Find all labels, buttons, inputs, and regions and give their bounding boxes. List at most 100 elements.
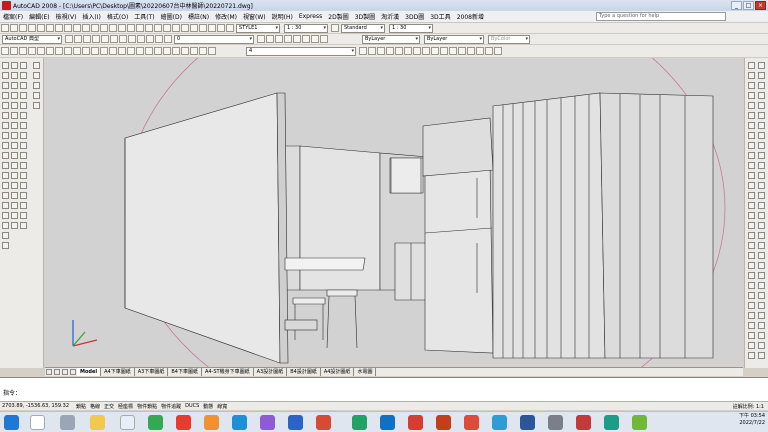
- layer-state-icon[interactable]: [82, 35, 91, 43]
- osnap-toggle[interactable]: 物件鎖點: [135, 403, 159, 410]
- layer-off-icon[interactable]: [283, 35, 292, 43]
- t13-icon[interactable]: [108, 47, 117, 55]
- rt-10-icon[interactable]: [758, 102, 765, 109]
- zoom-icon[interactable]: [117, 24, 126, 32]
- rt-13-icon[interactable]: [748, 122, 755, 129]
- menu-tools[interactable]: 工具(T): [131, 12, 157, 21]
- layer-tool-h-icon[interactable]: [163, 35, 172, 43]
- calculator-icon[interactable]: [189, 24, 198, 32]
- osnap-parallel-icon[interactable]: [20, 152, 27, 159]
- rt-7-icon[interactable]: [748, 92, 755, 99]
- rt-54-icon[interactable]: [758, 322, 765, 329]
- rt-6-icon[interactable]: [758, 82, 765, 89]
- rotate-icon[interactable]: [11, 122, 18, 129]
- t3-icon[interactable]: [18, 47, 27, 55]
- tool-a-icon[interactable]: [207, 24, 216, 32]
- t1-icon[interactable]: [0, 47, 9, 55]
- preview-icon[interactable]: [36, 24, 45, 32]
- dim-style-combo[interactable]: Standard: [341, 23, 385, 33]
- layer-previous-2-icon[interactable]: [265, 35, 274, 43]
- rt-24-icon[interactable]: [758, 172, 765, 179]
- zoom-realtime-icon[interactable]: [358, 47, 367, 55]
- rt-31-icon[interactable]: [748, 212, 755, 219]
- array-icon[interactable]: [11, 102, 18, 109]
- menu-3dd[interactable]: 3DD圖: [402, 12, 427, 21]
- osnap-extension-icon[interactable]: [20, 102, 27, 109]
- erase-icon[interactable]: [11, 62, 18, 69]
- t15-icon[interactable]: [126, 47, 135, 55]
- zoom-in-icon[interactable]: [412, 47, 421, 55]
- osnap-quadrant-icon[interactable]: [20, 122, 27, 129]
- rt-11-icon[interactable]: [748, 112, 755, 119]
- t19-icon[interactable]: [162, 47, 171, 55]
- rt-17-icon[interactable]: [748, 142, 755, 149]
- construction-line-icon[interactable]: [2, 72, 9, 79]
- rt-26-icon[interactable]: [758, 182, 765, 189]
- taskbar-app-4-icon[interactable]: [260, 415, 275, 430]
- rt-21-icon[interactable]: [748, 162, 755, 169]
- rt-2-icon[interactable]: [758, 62, 765, 69]
- rt-28-icon[interactable]: [758, 192, 765, 199]
- rt-42-icon[interactable]: [758, 262, 765, 269]
- undo-icon[interactable]: [90, 24, 99, 32]
- arc-icon[interactable]: [2, 112, 9, 119]
- taskbar-app-7-icon[interactable]: [408, 415, 423, 430]
- extend-icon[interactable]: [11, 162, 18, 169]
- osnap-temp-icon[interactable]: [20, 222, 27, 229]
- layer-combo[interactable]: 0: [174, 34, 254, 44]
- layer-tool-b-icon[interactable]: [109, 35, 118, 43]
- menu-window[interactable]: 視窗(W): [240, 12, 269, 21]
- mirror-icon[interactable]: [11, 82, 18, 89]
- move-icon[interactable]: [11, 112, 18, 119]
- menu-2008-new[interactable]: 2008新增: [454, 12, 487, 21]
- system-tray[interactable]: 下午 03:54 2022/7/22: [739, 413, 765, 427]
- tab-layout-1[interactable]: A4下車圖紙: [101, 368, 135, 376]
- windows-start-icon[interactable]: [4, 415, 19, 430]
- save-icon[interactable]: [18, 24, 27, 32]
- layer-tool-d-icon[interactable]: [127, 35, 136, 43]
- rt-20-icon[interactable]: [758, 152, 765, 159]
- tab-last-icon[interactable]: [70, 369, 76, 375]
- zoom-previous-icon[interactable]: [135, 24, 144, 32]
- dim-style-icon[interactable]: [330, 24, 339, 32]
- rt-36-icon[interactable]: [758, 232, 765, 239]
- line-icon[interactable]: [2, 62, 9, 69]
- zoom-window-icon[interactable]: [126, 24, 135, 32]
- lineweight-combo[interactable]: ByColor: [488, 34, 530, 44]
- fillet-icon[interactable]: [11, 212, 18, 219]
- rt-18-icon[interactable]: [758, 142, 765, 149]
- rt-47-icon[interactable]: [748, 292, 755, 299]
- outlook-icon[interactable]: [380, 415, 395, 430]
- taskbar-app-6-icon[interactable]: [316, 415, 331, 430]
- rt-57-icon[interactable]: [748, 342, 755, 349]
- text-style-combo[interactable]: STYLE1: [236, 23, 280, 33]
- make-block-icon[interactable]: [2, 182, 9, 189]
- rt-23-icon[interactable]: [748, 172, 755, 179]
- polar-toggle[interactable]: 極座標: [116, 403, 135, 410]
- otrack-toggle[interactable]: 物件追蹤: [159, 403, 183, 410]
- osnap-settings-icon[interactable]: [20, 202, 27, 209]
- menu-view[interactable]: 檢視(V): [53, 12, 80, 21]
- copy-object-icon[interactable]: [11, 72, 18, 79]
- chrome-icon[interactable]: [148, 415, 163, 430]
- rt-12-icon[interactable]: [758, 112, 765, 119]
- sheet-set-icon[interactable]: [171, 24, 180, 32]
- view-front-icon[interactable]: [484, 47, 493, 55]
- layer-manager-icon[interactable]: [73, 35, 82, 43]
- layer-walk-icon[interactable]: [319, 35, 328, 43]
- tab-prev-icon[interactable]: [54, 369, 60, 375]
- t17-icon[interactable]: [144, 47, 153, 55]
- dyn-toggle[interactable]: 動態: [201, 403, 215, 410]
- t20-icon[interactable]: [171, 47, 180, 55]
- gradient-icon[interactable]: [2, 212, 9, 219]
- match-icon[interactable]: [81, 24, 90, 32]
- rt-52-icon[interactable]: [758, 312, 765, 319]
- zoom-center-icon[interactable]: [394, 47, 403, 55]
- t10-icon[interactable]: [81, 47, 90, 55]
- region-icon[interactable]: [2, 222, 9, 229]
- menu-express[interactable]: Express: [296, 13, 325, 20]
- osnap-perpendicular-icon[interactable]: [20, 142, 27, 149]
- rt-41-icon[interactable]: [748, 262, 755, 269]
- paste-icon[interactable]: [72, 24, 81, 32]
- menu-file[interactable]: 檔案(F): [0, 12, 26, 21]
